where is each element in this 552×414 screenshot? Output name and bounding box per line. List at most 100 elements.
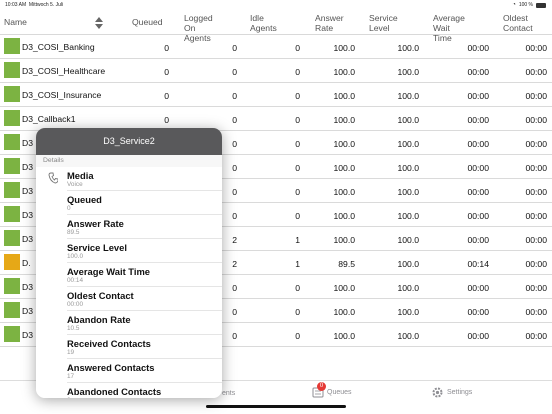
status-indicator — [4, 206, 20, 222]
home-indicator[interactable] — [206, 405, 346, 408]
detail-item-abandoned-contacts: Abandoned Contacts2 — [67, 383, 222, 398]
answer-rate-value: 100.0 — [333, 139, 355, 149]
column-header-name[interactable]: Name — [4, 17, 27, 27]
service-level-value: 100.0 — [397, 331, 419, 341]
tab-settings-label: Settings — [447, 389, 473, 396]
answer-rate-value: 100.0 — [333, 163, 355, 173]
answer-rate-value: 100.0 — [333, 211, 355, 221]
avg-wait-value: 00:00 — [467, 307, 489, 317]
service-level-value: 100.0 — [397, 235, 419, 245]
avg-wait-value: 00:00 — [467, 91, 489, 101]
status-indicator — [4, 86, 20, 102]
oldest-contact-value: 00:00 — [525, 283, 547, 293]
idle-value: 0 — [295, 283, 300, 293]
detail-label: Abandoned Contacts — [67, 386, 162, 397]
service-level-value: 100.0 — [397, 307, 419, 317]
idle-value: 0 — [295, 43, 300, 53]
service-level-value: 100.0 — [397, 139, 419, 149]
table-header: Name Queued Logged On Agents Idle Agents A… — [0, 10, 552, 43]
oldest-contact-value: 00:00 — [525, 91, 547, 101]
tab-settings[interactable]: Settings — [431, 386, 472, 399]
logged-on-value: 0 — [232, 43, 237, 53]
oldest-contact-value: 00:00 — [525, 163, 547, 173]
sort-icon[interactable] — [94, 16, 104, 30]
status-indicator — [4, 230, 20, 246]
queue-name: D3_COSI_Healthcare — [22, 66, 106, 76]
logged-on-value: 0 — [232, 331, 237, 341]
service-level-value: 100.0 — [397, 259, 419, 269]
status-indicator — [4, 62, 20, 78]
service-level-value: 100.0 — [397, 187, 419, 197]
detail-item-average-wait-time: Average Wait Time 00:14 — [67, 263, 222, 287]
table-row[interactable]: D3_COSI_Banking 0 0 0 100.0 100.0 00:00 00:00 — [0, 35, 552, 59]
answer-rate-value: 100.0 — [333, 91, 355, 101]
tab-agents[interactable]: ents — [222, 390, 235, 397]
logged-on-value: 0 — [232, 91, 237, 101]
logged-on-value: 2 — [232, 235, 237, 245]
service-level-value: 100.0 — [397, 163, 419, 173]
popover-title: D3_Service2 — [36, 128, 222, 155]
status-indicator — [4, 302, 20, 318]
avg-wait-value: 00:14 — [467, 259, 489, 269]
queue-name: D3 — [22, 234, 33, 244]
table-row[interactable]: D3_COSI_Healthcare 0 0 0 100.0 100.0 00:00 00:0… — [0, 59, 552, 83]
detail-label: Queued — [67, 194, 102, 205]
detail-label: Abandon Rate — [67, 314, 131, 325]
logged-on-value: 0 — [232, 307, 237, 317]
status-indicator — [4, 110, 20, 126]
detail-label: Oldest Contact — [67, 290, 134, 301]
table-row[interactable]: D3_COSI_Insurance 0 0 0 100.0 100.0 00:00 00:00 — [0, 83, 552, 107]
oldest-contact-value: 00:00 — [525, 307, 547, 317]
answer-rate-value: 100.0 — [333, 43, 355, 53]
gear-icon — [432, 387, 443, 398]
idle-value: 1 — [295, 235, 300, 245]
answer-rate-value: 100.0 — [333, 235, 355, 245]
queued-value: 0 — [164, 43, 169, 53]
service-level-value: 100.0 — [397, 43, 419, 53]
queued-value: 0 — [164, 91, 169, 101]
oldest-contact-value: 00:00 — [525, 331, 547, 341]
oldest-contact-value: 00:00 — [525, 43, 547, 53]
status-indicator — [4, 134, 20, 150]
idle-value: 0 — [295, 67, 300, 77]
oldest-contact-value: 00:00 — [525, 67, 547, 77]
logged-on-value: 2 — [232, 259, 237, 269]
detail-item-answered-contacts: Answered Contacts 17 — [67, 359, 222, 383]
oldest-contact-value: 00:00 — [525, 115, 547, 125]
status-indicator — [4, 326, 20, 342]
avg-wait-value: 00:00 — [467, 283, 489, 293]
column-header-queued[interactable]: Queued — [132, 17, 163, 27]
detail-value: 10.5 — [67, 325, 80, 332]
detail-label: Answered Contacts — [67, 362, 155, 373]
oldest-contact-value: 00:00 — [525, 235, 547, 245]
avg-wait-value: 00:00 — [467, 139, 489, 149]
oldest-contact-value: 00:00 — [525, 139, 547, 149]
avg-wait-value: 00:00 — [467, 235, 489, 245]
detail-value: 19 — [67, 349, 75, 356]
detail-value: Voice — [67, 181, 83, 188]
answer-rate-value: 100.0 — [333, 283, 355, 293]
idle-value: 0 — [295, 91, 300, 101]
status-time: 10:03 AM Mittwoch 5. Juli — [5, 2, 64, 8]
queue-name: D3_Callback1 — [22, 114, 76, 124]
detail-label: Service Level — [67, 242, 127, 253]
idle-value: 0 — [295, 139, 300, 149]
detail-label: Received Contacts — [67, 338, 151, 349]
popover-section-header: Details — [43, 157, 64, 164]
oldest-contact-value: 00:00 — [525, 211, 547, 221]
avg-wait-value: 00:00 — [467, 211, 489, 221]
status-indicator — [4, 38, 20, 54]
answer-rate-value: 100.0 — [333, 115, 355, 125]
queues-badge: 0 — [317, 382, 326, 391]
logged-on-value: 0 — [232, 115, 237, 125]
detail-value: 100.0 — [67, 253, 83, 260]
detail-value: 00:00 — [67, 301, 83, 308]
queue-name: D3_COSI_Banking — [22, 42, 95, 52]
logged-on-value: 0 — [232, 211, 237, 221]
tab-queues-label: Queues — [327, 388, 352, 396]
detail-value: 00:14 — [67, 277, 83, 284]
queue-name: D3 — [22, 282, 33, 292]
logged-on-value: 0 — [232, 187, 237, 197]
answer-rate-value: 89.5 — [338, 259, 355, 269]
service-level-value: 100.0 — [397, 91, 419, 101]
